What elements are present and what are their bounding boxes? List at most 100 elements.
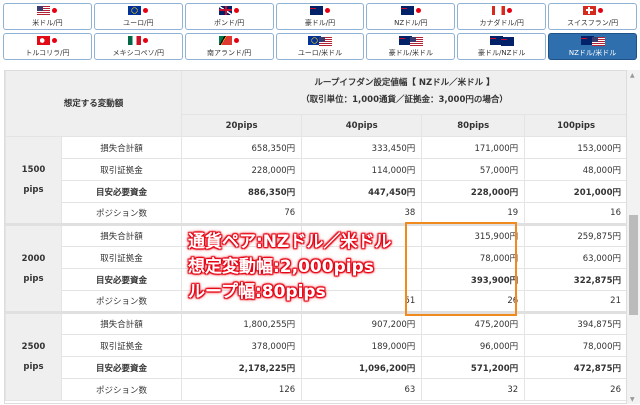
- value-cell: 48,000円: [524, 158, 626, 181]
- tab-label: 豪ドル/円: [304, 19, 336, 27]
- row-label: 目安必要資金: [61, 356, 182, 379]
- tab-label: 南アランド/円: [206, 49, 252, 57]
- scroll-up-arrow-icon[interactable]: ▲: [630, 72, 635, 79]
- column-header: 40pips: [301, 114, 423, 137]
- value-cell: 658,350円: [180, 136, 303, 159]
- tab-eu-us[interactable]: ユーロ/米ドル: [275, 33, 365, 60]
- flag-icon: [219, 5, 240, 15]
- flag-icon: [489, 35, 514, 46]
- row-label: 目安必要資金: [61, 180, 182, 203]
- corner-header: 想定する変動額: [5, 71, 182, 137]
- tab-label: 豪ドル/米ドル: [388, 49, 434, 57]
- tab-nz[interactable]: NZドル/円: [366, 3, 456, 30]
- range-value: 2000: [21, 253, 46, 264]
- flag-icon: [398, 35, 423, 46]
- tab-label: メキシコペソ/円: [112, 49, 164, 57]
- value-cell: 322,875円: [524, 268, 626, 291]
- value-cell: 201,000円: [524, 180, 626, 203]
- flag-icon: [128, 35, 149, 45]
- table-row: 2500 pips 損失合計額 1,800,255円 907,200円 475,200円 3…: [5, 311, 626, 401]
- flag-icon: [128, 5, 149, 15]
- tab-label: NZドル/円: [394, 19, 428, 27]
- table-row: 取引証拠金 228,000円 114,000円 57,000円 48,000円: [6, 158, 626, 181]
- value-cell: 21: [524, 290, 626, 313]
- annotation-overlay: 通貨ペア:NZドル／米ドル 想定変動幅:2,000pips ループ幅:80pip…: [188, 230, 391, 305]
- range-group-label: 1500 pips: [5, 136, 62, 225]
- tab-label: ユーロ/米ドル: [297, 49, 343, 57]
- flag-icon: [219, 35, 240, 45]
- value-cell: 38: [301, 202, 423, 225]
- range-unit: pips: [23, 273, 44, 284]
- tab-label: 豪ドル/NZドル: [478, 49, 526, 57]
- row-label: 損失合計額: [61, 311, 182, 335]
- tab-au[interactable]: 豪ドル/円: [275, 3, 365, 30]
- range-value: 2500: [21, 342, 46, 352]
- flag-icon: [307, 35, 332, 46]
- range-group-label: 2500 pips: [5, 311, 62, 401]
- table-title-header: ループイフダン設定値幅【 NZドル／米ドル 】 （取引単位：1,000通貨／証拠…: [181, 71, 626, 115]
- column-header: 100pips: [524, 114, 626, 137]
- flag-icon: [580, 35, 605, 46]
- table-subtitle: （取引単位：1,000通貨／証拠金：3,000円の場合）: [301, 95, 508, 105]
- value-cell: 153,000円: [524, 136, 626, 159]
- row-label: ポジション数: [61, 202, 182, 225]
- tab-au-nz[interactable]: 豪ドル/NZドル: [457, 33, 547, 60]
- value-cell: 57,000円: [421, 158, 526, 181]
- flag-icon: [491, 5, 512, 15]
- row-label: 取引証拠金: [61, 158, 182, 181]
- overlay-pair: 通貨ペア:NZドル／米ドル: [188, 232, 392, 252]
- tab-label: トルコリラ/円: [25, 49, 70, 57]
- tab-au-us[interactable]: 豪ドル/米ドル: [366, 33, 456, 60]
- value-cell: 886,350円: [180, 180, 303, 203]
- row-label: ポジション数: [61, 290, 182, 313]
- flag-icon: [582, 5, 603, 15]
- range-unit: pips: [23, 362, 44, 372]
- column-header: 20pips: [180, 114, 303, 137]
- table-row: 1500 pips 損失合計額 658,350円 333,450円 171,000円 153…: [5, 136, 626, 225]
- column-header: 80pips: [421, 114, 526, 137]
- table-row: ポジション数 126 63 32 26: [6, 378, 626, 401]
- tab-mx[interactable]: メキシコペソ/円: [93, 33, 183, 60]
- value-cell: 32: [421, 378, 526, 401]
- tab-label: ユーロ/円: [123, 19, 154, 27]
- value-cell: 1,800,255円: [180, 311, 303, 335]
- tab-label: スイスフラン/円: [566, 19, 619, 27]
- tab-us[interactable]: 米ドル/円: [3, 3, 92, 30]
- value-cell: 472,875円: [524, 356, 626, 379]
- value-cell: 76: [180, 202, 303, 225]
- currency-pair-tabs: 米ドル/円 ユーロ/円 ポンド/円 豪ドル/円 NZドル/円 カナダドル/円 スイスフラン/…: [3, 3, 637, 60]
- value-cell: 2,178,225円: [180, 356, 303, 379]
- flag-icon: [37, 5, 58, 15]
- row-label: 取引証拠金: [61, 246, 182, 269]
- scroll-down-arrow-icon[interactable]: ▼: [630, 396, 635, 403]
- value-cell: 189,000円: [301, 334, 423, 357]
- scrollbar-thumb[interactable]: [629, 215, 638, 315]
- range-group-label: 2000 pips: [5, 223, 62, 313]
- value-cell: 63: [301, 378, 423, 401]
- tab-gb[interactable]: ポンド/円: [184, 3, 274, 30]
- value-cell: 96,000円: [421, 334, 526, 357]
- tab-ca[interactable]: カナダドル/円: [457, 3, 547, 30]
- value-cell: 114,000円: [301, 158, 423, 181]
- flag-icon: [400, 5, 421, 15]
- tab-label: ポンド/円: [213, 19, 245, 27]
- row-label: 損失合計額: [61, 223, 182, 247]
- tab-nz-us[interactable]: NZドル/米ドル: [548, 33, 637, 60]
- value-cell: 228,000円: [180, 158, 303, 181]
- row-label: 取引証拠金: [61, 334, 182, 357]
- tab-label: NZドル/米ドル: [568, 49, 617, 57]
- range-value: 1500: [21, 165, 46, 175]
- value-cell: 447,450円: [301, 180, 423, 203]
- table-row: ポジション数 76 38 19 16: [6, 202, 626, 225]
- value-cell: 126: [180, 378, 303, 401]
- tab-eu[interactable]: ユーロ/円: [93, 3, 183, 30]
- value-cell: 394,875円: [524, 311, 626, 335]
- tab-tr[interactable]: トルコリラ/円: [3, 33, 92, 60]
- value-cell: 1,096,200円: [301, 356, 423, 379]
- table-row: 目安必要資金 2,178,225円 1,096,200円 571,200円 472,87…: [6, 356, 626, 379]
- highlight-box: [405, 222, 517, 316]
- value-cell: 259,875円: [524, 223, 626, 247]
- tab-ch[interactable]: スイスフラン/円: [548, 3, 637, 30]
- tab-za[interactable]: 南アランド/円: [184, 33, 274, 60]
- value-cell: 907,200円: [301, 311, 423, 335]
